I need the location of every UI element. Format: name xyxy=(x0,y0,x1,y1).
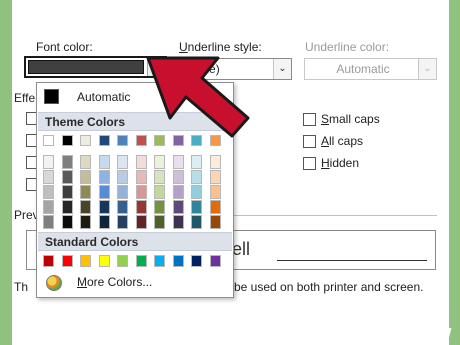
red-pointer-arrow-shape xyxy=(146,56,250,138)
wikihow-watermark: wikiHow xyxy=(382,322,452,341)
red-pointer-arrow-icon xyxy=(146,56,250,138)
watermark-suffix: How xyxy=(412,322,452,341)
watermark-prefix: wiki xyxy=(381,322,413,341)
